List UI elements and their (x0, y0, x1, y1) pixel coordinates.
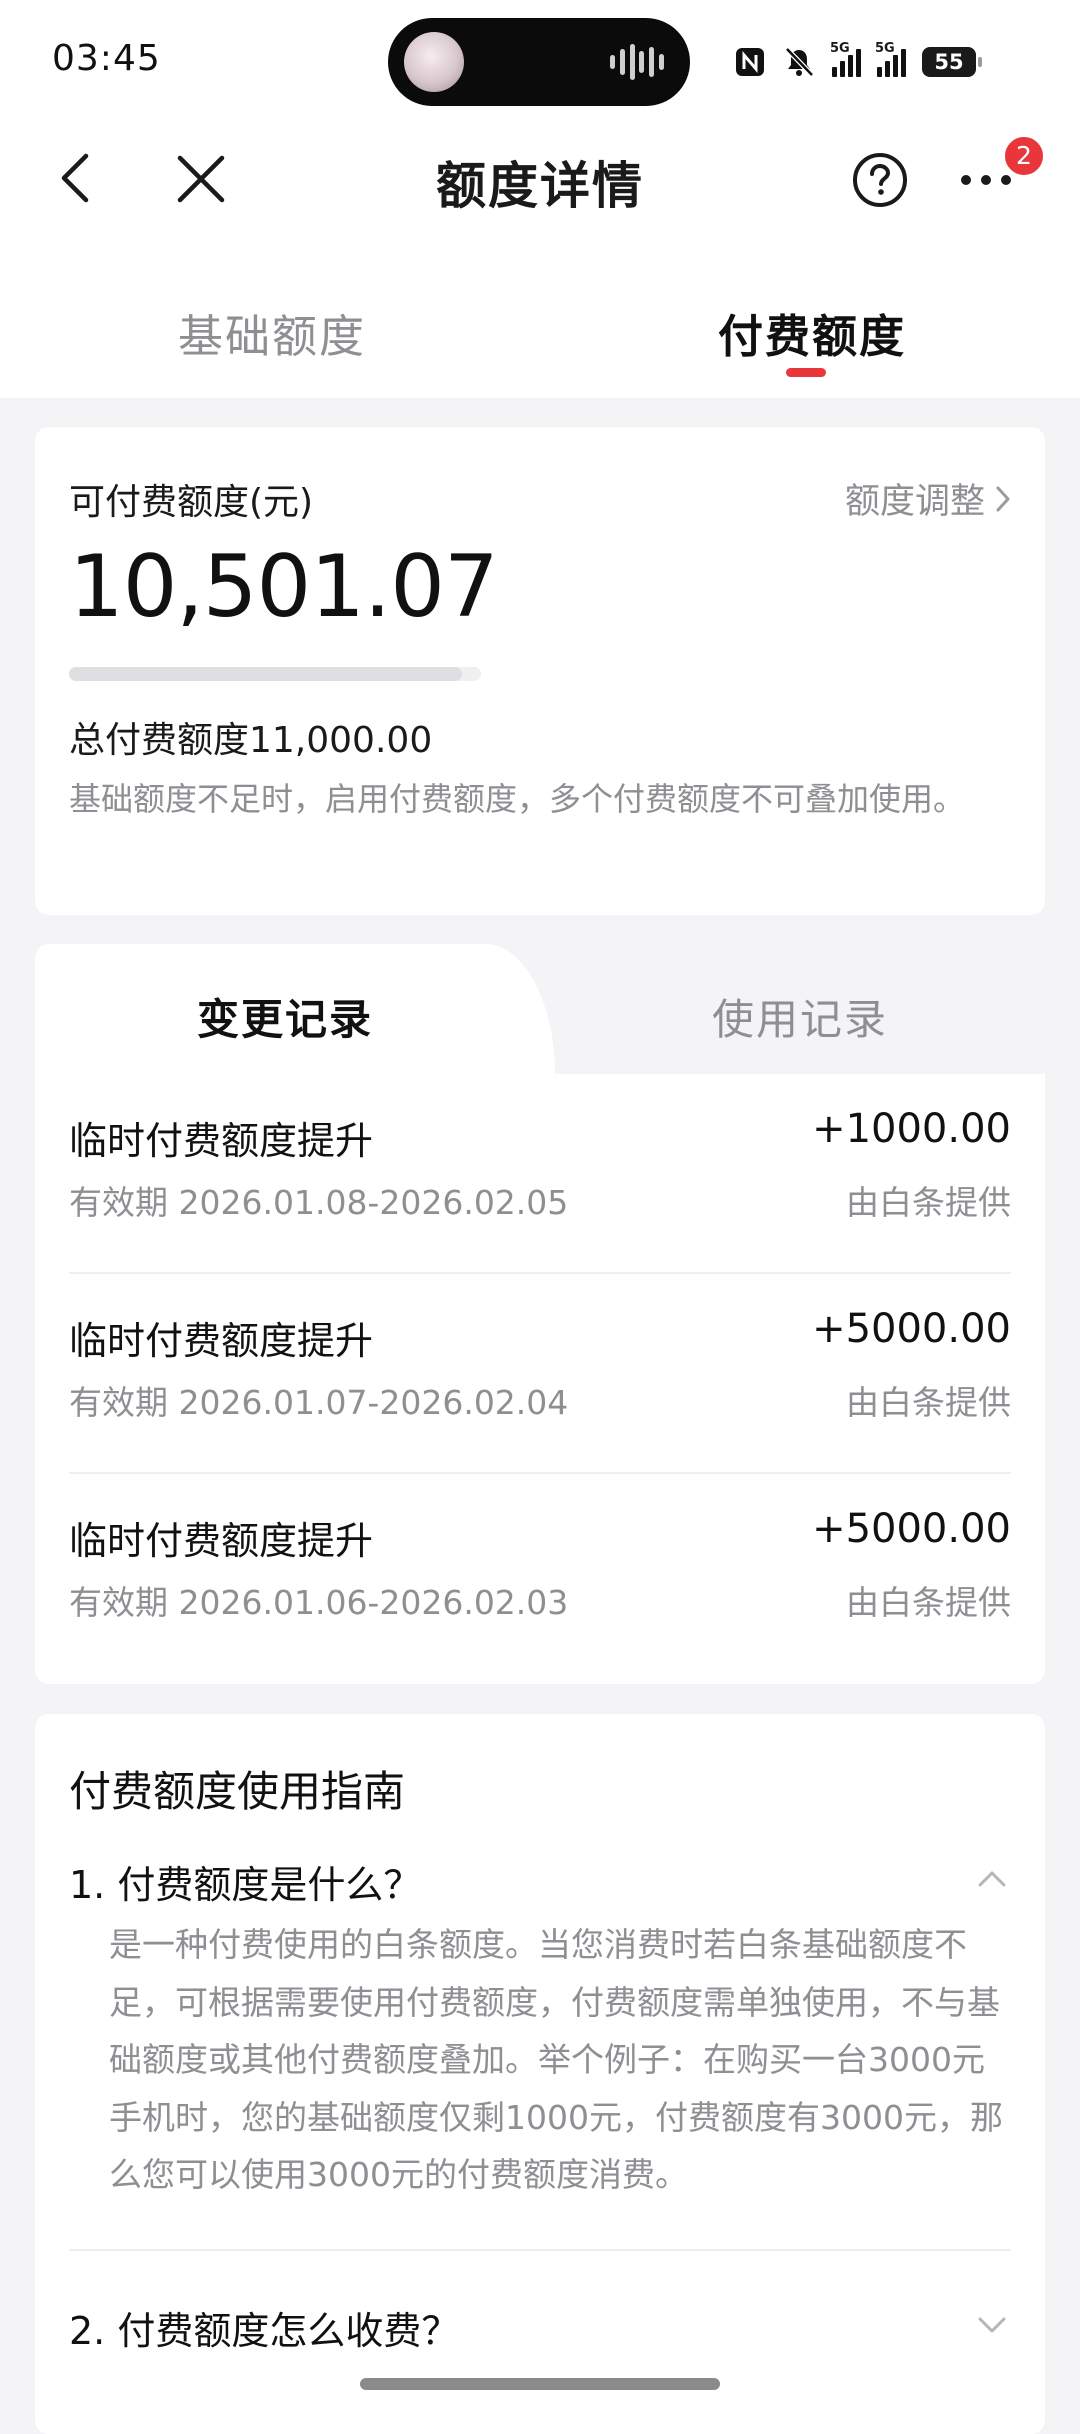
available-quota-label: 可付费额度(元) (69, 482, 314, 523)
more-icon[interactable] (958, 170, 1014, 190)
record-title: 临时付费额度提升 (69, 1319, 374, 1363)
home-indicator[interactable] (360, 2378, 720, 2390)
signal-icon: 5G (830, 41, 861, 77)
record-source: 由白条提供 (846, 1183, 1011, 1222)
notification-badge: 2 (1002, 134, 1046, 178)
total-quota: 总付费额度11,000.00 (69, 720, 433, 761)
chevron-right-icon (996, 486, 1010, 511)
record-period: 有效期 2026.01.07-2026.02.04 (69, 1383, 569, 1422)
quota-progress-bar (69, 667, 481, 681)
tab-paid-quota[interactable]: 付费额度 (718, 300, 906, 365)
guide-title: 付费额度使用指南 (69, 1767, 406, 1816)
header-area: 03:45 5G 5G 55 额度详情 2 基础额度 付费额度 (0, 0, 1080, 398)
media-thumbnail (404, 32, 464, 92)
active-tab-indicator (786, 368, 826, 377)
dynamic-island[interactable] (388, 18, 690, 106)
record-amount: +1000.00 (812, 1106, 1011, 1152)
record-source: 由白条提供 (846, 1583, 1011, 1622)
page-title: 额度详情 (436, 157, 644, 215)
signal-label: 5G (830, 41, 850, 56)
adjust-quota-link[interactable]: 额度调整 (845, 473, 1011, 524)
help-icon[interactable] (852, 152, 908, 208)
record-item[interactable]: 临时付费额度提升 有效期 2026.01.06-2026.02.03 +5000… (69, 1474, 1011, 1674)
record-period: 有效期 2026.01.08-2026.02.05 (69, 1183, 569, 1222)
record-title: 临时付费额度提升 (69, 1119, 374, 1163)
quota-summary-card: 可付费额度(元) 额度调整 10,501.07 总付费额度11,000.00 基… (35, 427, 1045, 915)
faq-question-1[interactable]: 1. 付费额度是什么？ (69, 1854, 421, 1909)
quota-note: 基础额度不足时，启用付费额度，多个付费额度不可叠加使用。 (69, 780, 966, 818)
status-time: 03:45 (52, 38, 161, 79)
faq-answer-1: 是一种付费使用的白条额度。当您消费时若白条基础额度不足，可根据需要使用付费额度，… (109, 1925, 1003, 2194)
adjust-quota-label: 额度调整 (844, 482, 985, 522)
record-item[interactable]: 临时付费额度提升 有效期 2026.01.08-2026.02.05 +1000… (69, 1074, 1011, 1274)
chevron-down-icon[interactable] (977, 2316, 1007, 2334)
record-source: 由白条提供 (846, 1383, 1011, 1422)
tab-usage-records[interactable]: 使用记录 (555, 986, 1045, 1047)
record-amount: +5000.00 (812, 1506, 1011, 1552)
nfc-icon (736, 48, 764, 76)
mute-icon (785, 47, 814, 77)
divider (69, 2249, 1011, 2251)
records-card: 变更记录 使用记录 临时付费额度提升 有效期 2026.01.08-2026.0… (35, 944, 1045, 1684)
record-period: 有效期 2026.01.06-2026.02.03 (69, 1583, 569, 1622)
tab-change-records-label[interactable]: 变更记录 (35, 986, 535, 1047)
record-amount: +5000.00 (812, 1306, 1011, 1352)
signal-icon: 5G (875, 41, 906, 77)
status-icons: 5G 5G 55 (734, 38, 982, 86)
chevron-up-icon[interactable] (977, 1870, 1007, 1888)
tab-basic-quota[interactable]: 基础额度 (178, 300, 366, 365)
record-item[interactable]: 临时付费额度提升 有效期 2026.01.07-2026.02.04 +5000… (69, 1274, 1011, 1474)
record-title: 临时付费额度提升 (69, 1519, 374, 1563)
quota-progress-fill (69, 667, 463, 681)
audio-wave-icon (610, 44, 664, 80)
signal-label: 5G (875, 41, 895, 56)
battery-icon: 55 (922, 47, 982, 77)
available-amount: 10,501.07 (69, 537, 499, 637)
faq-question-2[interactable]: 2. 付费额度怎么收费？ (69, 2300, 459, 2355)
guide-card: 付费额度使用指南 1. 付费额度是什么？ 是一种付费使用的白条额度。当您消费时若… (35, 1714, 1045, 2434)
